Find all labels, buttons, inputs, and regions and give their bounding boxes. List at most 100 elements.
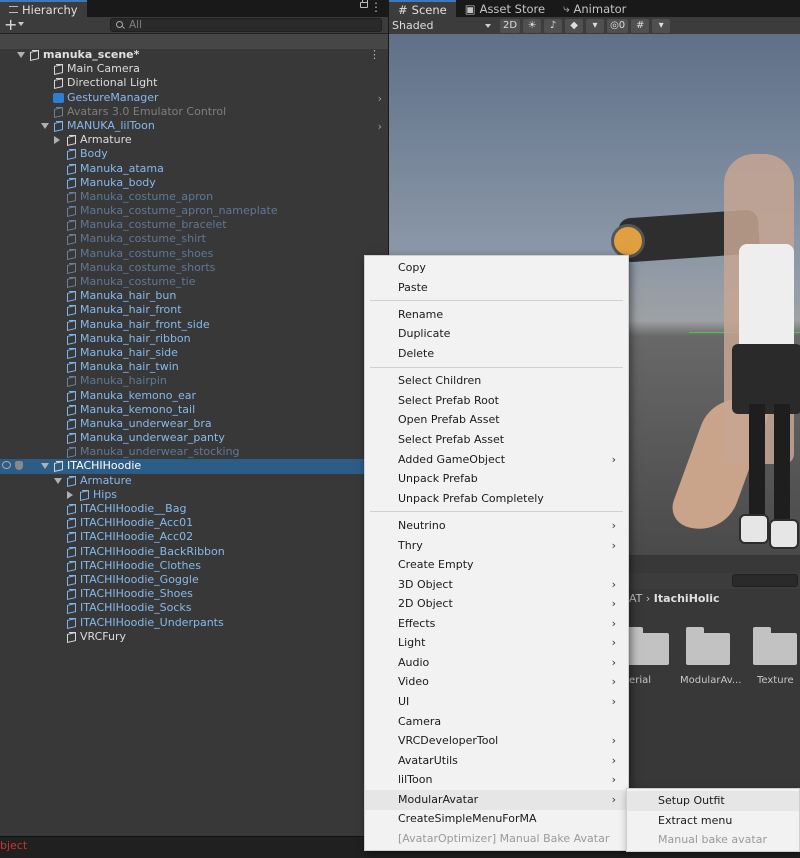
hierarchy-row-manuka-atama[interactable]: Manuka_atama — [0, 162, 388, 176]
hierarchy-row-avatars-3-0-emulator-control[interactable]: Avatars 3.0 Emulator Control — [0, 105, 388, 119]
hierarchy-row-manuka-kemono-ear[interactable]: Manuka_kemono_ear — [0, 389, 388, 403]
hierarchy-row-manuka-hair-twin[interactable]: Manuka_hair_twin — [0, 360, 388, 374]
hierarchy-row-itachihoodie-backribbon[interactable]: ITACHIHoodie_BackRibbon — [0, 545, 388, 559]
hierarchy-row-manuka-hair-side[interactable]: Manuka_hair_side — [0, 346, 388, 360]
menu-item-avatarutils[interactable]: AvatarUtils › — [365, 751, 628, 771]
fold-expanded-icon[interactable] — [41, 122, 49, 129]
hierarchy-row-itachihoodie-underpants[interactable]: ITACHIHoodie_Underpants — [0, 616, 388, 630]
effects-toggle-icon[interactable]: ◆ — [565, 18, 584, 33]
hierarchy-row-armature[interactable]: Armature — [0, 474, 388, 488]
hierarchy-row-directional-light[interactable]: Directional Light — [0, 76, 388, 90]
visibility-eye-icon[interactable] — [2, 461, 11, 470]
menu-item-unpack-prefab[interactable]: Unpack Prefab — [365, 469, 628, 489]
add-dropdown-icon[interactable] — [18, 22, 24, 26]
hierarchy-row-itachihoodie-bag[interactable]: ITACHIHoodie__Bag — [0, 502, 388, 516]
menu-item-create-empty[interactable]: Create Empty — [365, 555, 628, 575]
menu-item-neutrino[interactable]: Neutrino › — [365, 516, 628, 536]
submenu-item-extract-menu[interactable]: Extract menu — [627, 811, 799, 831]
hierarchy-row-manuka-costume-tie[interactable]: Manuka_costume_tie — [0, 275, 388, 289]
menu-item-added-gameobject[interactable]: Added GameObject › — [365, 450, 628, 470]
effects-dropdown-icon[interactable]: ▾ — [586, 18, 605, 33]
hierarchy-row-itachihoodie-shoes[interactable]: ITACHIHoodie_Shoes — [0, 587, 388, 601]
menu-item-effects[interactable]: Effects › — [365, 614, 628, 634]
hierarchy-row-manuka-underwear-stocking[interactable]: Manuka_underwear_stocking — [0, 445, 388, 459]
hierarchy-row-manuka-liltoon[interactable]: MANUKA_lilToon › — [0, 119, 388, 133]
hierarchy-row-manuka-costume-apron-nameplate[interactable]: Manuka_costume_apron_nameplate — [0, 204, 388, 218]
hierarchy-row-armature[interactable]: Armature — [0, 133, 388, 147]
menu-item-rename[interactable]: Rename — [365, 305, 628, 325]
folder-icon[interactable] — [753, 627, 797, 665]
hierarchy-row-manuka-hair-ribbon[interactable]: Manuka_hair_ribbon — [0, 332, 388, 346]
hierarchy-row-manuka-body[interactable]: Manuka_body — [0, 176, 388, 190]
menu-item-copy[interactable]: Copy — [365, 258, 628, 278]
menu-item-ui[interactable]: UI › — [365, 692, 628, 712]
2d-toggle-button[interactable]: 2D — [500, 18, 521, 33]
menu-item-video[interactable]: Video › — [365, 672, 628, 692]
tab-scene[interactable]: # Scene — [389, 0, 456, 17]
hierarchy-row-gesturemanager[interactable]: GestureManager › — [0, 91, 388, 105]
menu-item-duplicate[interactable]: Duplicate — [365, 324, 628, 344]
menu-item-select-prefab-root[interactable]: Select Prefab Root — [365, 391, 628, 411]
hierarchy-row-manuka-hair-front[interactable]: Manuka_hair_front — [0, 303, 388, 317]
menu-item-3d-object[interactable]: 3D Object › — [365, 575, 628, 595]
menu-item-light[interactable]: Light › — [365, 633, 628, 653]
menu-item-select-children[interactable]: Select Children — [365, 371, 628, 391]
hierarchy-row-manuka-underwear-panty[interactable]: Manuka_underwear_panty — [0, 431, 388, 445]
hierarchy-row-itachihoodie-socks[interactable]: ITACHIHoodie_Socks — [0, 601, 388, 615]
menu-item-audio[interactable]: Audio › — [365, 653, 628, 673]
pickable-hand-icon[interactable] — [15, 461, 23, 471]
avatar-model[interactable] — [666, 134, 800, 574]
hierarchy-row-itachihoodie[interactable]: ITACHIHoodie — [0, 459, 388, 474]
hierarchy-row-manuka-scene[interactable]: manuka_scene* ⋮ — [0, 48, 388, 62]
hierarchy-row-manuka-underwear-bra[interactable]: Manuka_underwear_bra — [0, 417, 388, 431]
tab-animator[interactable]: ⤷ Animator — [554, 0, 635, 17]
menu-item-select-prefab-asset[interactable]: Select Prefab Asset — [365, 430, 628, 450]
menu-item-createsimplemenuforma[interactable]: CreateSimpleMenuForMA — [365, 809, 628, 829]
hierarchy-row-manuka-costume-shoes[interactable]: Manuka_costume_shoes — [0, 247, 388, 261]
hierarchy-row-hips[interactable]: Hips — [0, 488, 388, 502]
folder-icon[interactable] — [686, 627, 730, 665]
hierarchy-row-manuka-hair-front-side[interactable]: Manuka_hair_front_side — [0, 318, 388, 332]
menu-item-thry[interactable]: Thry › — [365, 536, 628, 556]
hierarchy-row-manuka-hair-bun[interactable]: Manuka_hair_bun — [0, 289, 388, 303]
shading-mode-dropdown[interactable]: Shaded — [392, 19, 497, 33]
grid-toggle-icon[interactable]: # — [631, 18, 650, 33]
lighting-toggle-icon[interactable]: ☀ — [523, 18, 542, 33]
hidden-objects-toggle[interactable]: ◎0 — [607, 18, 629, 33]
fold-collapsed-icon[interactable] — [67, 490, 73, 499]
hierarchy-row-vrcfury[interactable]: VRCFury — [0, 630, 388, 644]
fold-expanded-icon[interactable] — [41, 463, 49, 470]
hierarchy-row-itachihoodie-acc01[interactable]: ITACHIHoodie_Acc01 — [0, 516, 388, 530]
fold-expanded-icon[interactable] — [17, 52, 25, 58]
folder-icon[interactable] — [625, 627, 669, 665]
hierarchy-row-body[interactable]: Body — [0, 147, 388, 161]
menu-item-unpack-prefab-completely[interactable]: Unpack Prefab Completely — [365, 489, 628, 509]
breadcrumb-current[interactable]: ItachiHolic — [654, 592, 720, 605]
hierarchy-search-input[interactable]: All — [110, 18, 382, 32]
hierarchy-row-itachihoodie-goggle[interactable]: ITACHIHoodie_Goggle — [0, 573, 388, 587]
project-search-input[interactable] — [732, 574, 798, 587]
fold-expanded-icon[interactable] — [54, 477, 62, 484]
hierarchy-row-manuka-costume-shirt[interactable]: Manuka_costume_shirt — [0, 232, 388, 246]
add-button[interactable]: + — [4, 17, 17, 33]
lock-icon[interactable] — [360, 0, 368, 8]
menu-item-liltoon[interactable]: lilToon › — [365, 770, 628, 790]
status-message[interactable]: bject — [0, 839, 27, 852]
hierarchy-row-itachihoodie-acc02[interactable]: ITACHIHoodie_Acc02 — [0, 530, 388, 544]
expand-prefab-arrow-icon[interactable]: › — [378, 120, 382, 134]
menu-item-2d-object[interactable]: 2D Object › — [365, 594, 628, 614]
breadcrumb-prefix[interactable]: AT — [629, 592, 642, 605]
hierarchy-row-main-camera[interactable]: Main Camera — [0, 62, 388, 76]
hierarchy-row-manuka-costume-shorts[interactable]: Manuka_costume_shorts — [0, 261, 388, 275]
grid-dropdown-icon[interactable]: ▾ — [652, 18, 671, 33]
hierarchy-row-manuka-costume-bracelet[interactable]: Manuka_costume_bracelet — [0, 218, 388, 232]
tab-asset-store[interactable]: ▣ Asset Store — [456, 0, 554, 17]
menu-item-delete[interactable]: Delete — [365, 344, 628, 364]
menu-item-vrcdevelopertool[interactable]: VRCDeveloperTool › — [365, 731, 628, 751]
fold-collapsed-icon[interactable] — [54, 136, 60, 145]
hierarchy-row-manuka-hairpin[interactable]: Manuka_hairpin — [0, 374, 388, 388]
hierarchy-kebab-icon[interactable]: ⋮ — [370, 1, 382, 13]
menu-item-modularavatar[interactable]: ModularAvatar › — [365, 789, 628, 810]
submenu-item-setup-outfit[interactable]: Setup Outfit — [627, 791, 799, 811]
menu-item-open-prefab-asset[interactable]: Open Prefab Asset — [365, 410, 628, 430]
